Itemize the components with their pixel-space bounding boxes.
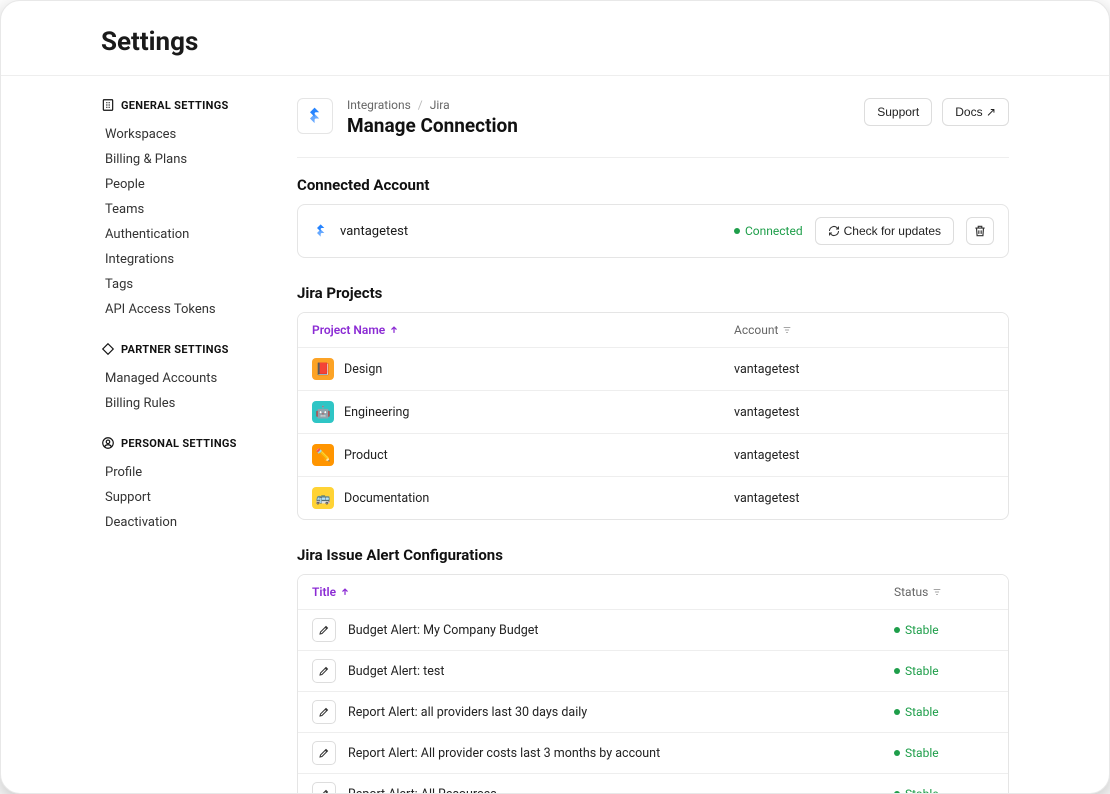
project-account: vantagetest xyxy=(734,362,994,377)
sidebar-item-teams[interactable]: Teams xyxy=(101,197,281,222)
project-icon: 🤖 xyxy=(312,401,334,423)
alert-status: Stable xyxy=(894,705,994,719)
sidebar-heading-general: GENERAL SETTINGS xyxy=(101,98,281,112)
pencil-icon xyxy=(318,747,330,759)
project-icon: ✏️ xyxy=(312,444,334,466)
jira-logo-small-icon xyxy=(312,222,330,240)
page-title: Manage Connection xyxy=(347,114,518,137)
edit-alert-button[interactable] xyxy=(312,741,336,765)
sidebar-item-profile[interactable]: Profile xyxy=(101,460,281,485)
project-name: Design xyxy=(344,362,382,377)
status-dot-icon xyxy=(894,709,900,715)
connected-account-heading: Connected Account xyxy=(297,176,1009,194)
jira-logo-icon xyxy=(297,98,333,134)
project-account: vantagetest xyxy=(734,448,994,463)
sidebar-item-tags[interactable]: Tags xyxy=(101,272,281,297)
project-account: vantagetest xyxy=(734,405,994,420)
alert-row: Budget Alert: test Stable xyxy=(298,651,1008,692)
trash-icon xyxy=(973,224,987,238)
pencil-icon xyxy=(318,788,330,793)
breadcrumb: Integrations / Jira xyxy=(347,98,518,112)
breadcrumb-parent[interactable]: Integrations xyxy=(347,98,411,112)
filter-icon xyxy=(782,325,792,335)
alert-status: Stable xyxy=(894,787,994,793)
sidebar-item-billing-plans[interactable]: Billing & Plans xyxy=(101,147,281,172)
sidebar-item-authentication[interactable]: Authentication xyxy=(101,222,281,247)
edit-alert-button[interactable] xyxy=(312,618,336,642)
alert-row: Report Alert: All Resources Stable xyxy=(298,774,1008,793)
sidebar-item-api-tokens[interactable]: API Access Tokens xyxy=(101,297,281,322)
sort-asc-icon xyxy=(389,325,399,335)
sidebar-heading-personal: PERSONAL SETTINGS xyxy=(101,436,281,450)
sidebar-item-people[interactable]: People xyxy=(101,172,281,197)
edit-alert-button[interactable] xyxy=(312,782,336,793)
alert-row: Budget Alert: My Company Budget Stable xyxy=(298,610,1008,651)
alert-row: Report Alert: all providers last 30 days… xyxy=(298,692,1008,733)
check-updates-button[interactable]: Check for updates xyxy=(815,217,954,245)
delete-connection-button[interactable] xyxy=(966,217,994,245)
sidebar-item-integrations[interactable]: Integrations xyxy=(101,247,281,272)
jira-projects-table: Project Name Account 📕Designvantagetest🤖… xyxy=(297,312,1009,520)
jira-projects-heading: Jira Projects xyxy=(297,284,1009,302)
status-dot-icon xyxy=(894,627,900,633)
project-name: Documentation xyxy=(344,491,429,506)
diamond-icon xyxy=(101,342,115,356)
pencil-icon xyxy=(318,624,330,636)
project-row[interactable]: ✏️ Product vantagetest xyxy=(298,434,1008,477)
project-icon: 📕 xyxy=(312,358,334,380)
connected-account-name: vantagetest xyxy=(340,224,408,239)
alert-config-table: Title Status Budget Alert: My Company Bu… xyxy=(297,574,1009,793)
project-name: Engineering xyxy=(344,405,409,420)
status-dot-icon xyxy=(894,750,900,756)
filter-icon xyxy=(932,587,942,597)
support-button[interactable]: Support xyxy=(864,98,932,126)
pencil-icon xyxy=(318,665,330,677)
sidebar-item-billing-rules[interactable]: Billing Rules xyxy=(101,391,281,416)
project-name-header[interactable]: Project Name xyxy=(312,323,734,337)
docs-button[interactable]: Docs ↗ xyxy=(942,98,1009,126)
alert-status: Stable xyxy=(894,623,994,637)
alert-config-heading: Jira Issue Alert Configurations xyxy=(297,546,1009,564)
sidebar-item-workspaces[interactable]: Workspaces xyxy=(101,122,281,147)
project-row[interactable]: 🚌 Documentation vantagetest xyxy=(298,477,1008,519)
main-content: Integrations / Jira Manage Connection Su… xyxy=(291,76,1009,793)
project-row[interactable]: 📕 Design vantagetest xyxy=(298,348,1008,391)
project-row[interactable]: 🤖 Engineering vantagetest xyxy=(298,391,1008,434)
edit-alert-button[interactable] xyxy=(312,700,336,724)
breadcrumb-current: Jira xyxy=(430,98,450,112)
project-name: Product xyxy=(344,448,388,463)
status-dot-icon xyxy=(894,668,900,674)
alert-title-header[interactable]: Title xyxy=(312,585,894,599)
alert-title: Report Alert: All provider costs last 3 … xyxy=(348,746,660,761)
settings-title: Settings xyxy=(101,27,1009,57)
user-circle-icon xyxy=(101,436,115,450)
building-icon xyxy=(101,98,115,112)
alert-status-header[interactable]: Status xyxy=(894,585,994,599)
account-header[interactable]: Account xyxy=(734,323,994,337)
sidebar-item-managed-accounts[interactable]: Managed Accounts xyxy=(101,366,281,391)
sidebar-heading-partner: PARTNER SETTINGS xyxy=(101,342,281,356)
project-account: vantagetest xyxy=(734,491,994,506)
refresh-icon xyxy=(828,225,840,237)
sort-asc-icon xyxy=(340,587,350,597)
status-dot-icon xyxy=(894,791,900,793)
alert-status: Stable xyxy=(894,664,994,678)
sidebar-item-support[interactable]: Support xyxy=(101,485,281,510)
connected-status: Connected xyxy=(734,224,803,238)
alert-status: Stable xyxy=(894,746,994,760)
sidebar: GENERAL SETTINGS Workspaces Billing & Pl… xyxy=(101,76,291,793)
edit-alert-button[interactable] xyxy=(312,659,336,683)
alert-title: Budget Alert: test xyxy=(348,664,444,679)
alert-row: Report Alert: All provider costs last 3 … xyxy=(298,733,1008,774)
pencil-icon xyxy=(318,706,330,718)
alert-title: Report Alert: all providers last 30 days… xyxy=(348,705,587,720)
alert-title: Report Alert: All Resources xyxy=(348,787,497,794)
sidebar-item-deactivation[interactable]: Deactivation xyxy=(101,510,281,535)
project-icon: 🚌 xyxy=(312,487,334,509)
status-dot-icon xyxy=(734,228,740,234)
alert-title: Budget Alert: My Company Budget xyxy=(348,623,539,638)
connected-account-card: vantagetest Connected Check for updates xyxy=(297,204,1009,258)
